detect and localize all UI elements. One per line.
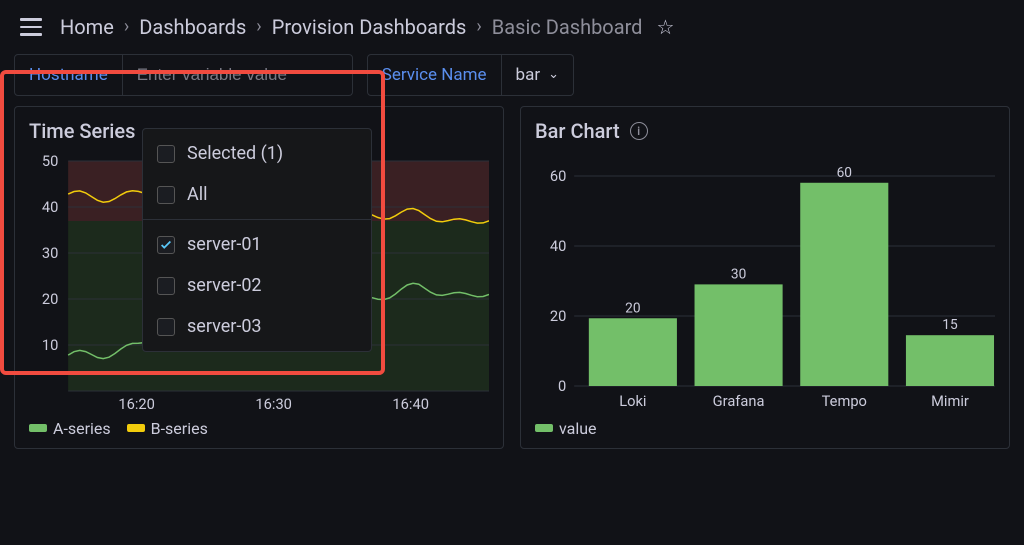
svg-text:40: 40: [550, 236, 566, 254]
dropdown-all[interactable]: All: [143, 174, 371, 215]
legend-b-series[interactable]: B-series: [127, 419, 208, 438]
legend-value[interactable]: value: [535, 419, 597, 438]
checkbox-icon: [157, 186, 175, 204]
legend-a-series[interactable]: A-series: [29, 419, 111, 438]
variable-service-label: Service Name: [367, 54, 502, 96]
svg-text:30: 30: [42, 243, 58, 261]
bar-chart-legend: value: [535, 419, 995, 438]
svg-text:20: 20: [42, 289, 58, 307]
svg-text:Loki: Loki: [619, 391, 646, 409]
svg-text:16:20: 16:20: [118, 394, 155, 410]
dropdown-option[interactable]: server-01: [143, 224, 371, 265]
dropdown-separator: [143, 219, 371, 220]
svg-text:20: 20: [625, 300, 640, 316]
variable-hostname-label: Hostname: [14, 54, 123, 96]
chevron-down-icon: ⌄: [548, 67, 559, 82]
chevron-right-icon: ›: [256, 16, 261, 37]
svg-text:10: 10: [42, 335, 58, 353]
variable-hostname-input[interactable]: [123, 54, 353, 96]
checkbox-icon: [157, 277, 175, 295]
svg-text:Tempo: Tempo: [822, 391, 867, 409]
breadcrumb-provision[interactable]: Provision Dashboards: [272, 15, 467, 39]
breadcrumb-dashboards[interactable]: Dashboards: [139, 15, 246, 39]
panel-title: Bar Chart i: [535, 119, 995, 143]
variable-service-value: bar: [516, 65, 541, 85]
svg-text:60: 60: [550, 166, 566, 184]
top-bar: Home › Dashboards › Provision Dashboards…: [0, 0, 1024, 54]
svg-text:20: 20: [550, 306, 566, 324]
checkbox-icon: [157, 145, 175, 163]
dropdown-selected-count[interactable]: Selected (1): [143, 133, 371, 174]
chevron-right-icon: ›: [476, 16, 481, 37]
svg-text:50: 50: [42, 151, 58, 169]
star-icon[interactable]: ☆: [656, 15, 674, 39]
hostname-dropdown: Selected (1) All server-01server-02serve…: [142, 128, 372, 352]
svg-text:16:30: 16:30: [255, 394, 292, 410]
svg-text:40: 40: [42, 197, 58, 215]
swatch-green: [29, 424, 47, 432]
svg-text:30: 30: [731, 266, 746, 282]
variable-service-select[interactable]: bar ⌄: [502, 54, 574, 96]
swatch-green: [535, 424, 553, 432]
breadcrumb-current: Basic Dashboard: [492, 15, 643, 39]
checkbox-icon: [157, 318, 175, 336]
svg-text:0: 0: [558, 376, 566, 394]
time-series-legend: A-series B-series: [29, 419, 489, 438]
variable-service: Service Name bar ⌄: [367, 54, 574, 96]
panel-bar-chart: Bar Chart i 0 20 40 60 20 30 60 15 Loki Grafana…: [520, 106, 1010, 449]
menu-icon[interactable]: [16, 14, 46, 40]
chevron-right-icon: ›: [124, 16, 129, 37]
svg-text:16:40: 16:40: [392, 394, 429, 410]
svg-text:Grafana: Grafana: [713, 391, 765, 409]
dropdown-option[interactable]: server-02: [143, 265, 371, 306]
checkbox-icon: [157, 236, 175, 254]
svg-text:15: 15: [942, 317, 958, 333]
svg-text:60: 60: [837, 164, 852, 180]
variable-bar: Hostname Service Name bar ⌄: [0, 54, 1024, 106]
swatch-yellow: [127, 424, 145, 432]
svg-text:Mimir: Mimir: [931, 391, 969, 409]
breadcrumb: Home › Dashboards › Provision Dashboards…: [60, 15, 674, 39]
variable-hostname: Hostname: [14, 54, 353, 96]
info-icon[interactable]: i: [630, 122, 648, 140]
bar-chart: 0 20 40 60 20 30 60 15 Loki Grafana Tempo Mimir: [535, 151, 995, 411]
breadcrumb-home[interactable]: Home: [60, 15, 114, 39]
dropdown-option[interactable]: server-03: [143, 306, 371, 347]
